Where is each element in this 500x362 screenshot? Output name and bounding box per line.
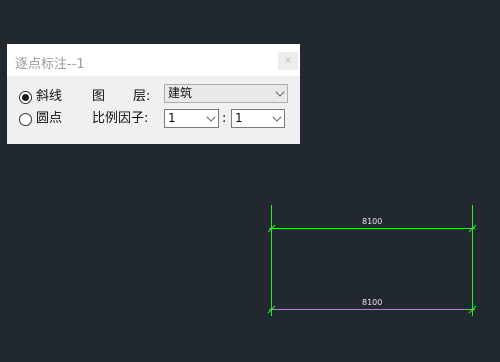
dialog-titlebar[interactable]: 逐点标注--1 × xyxy=(7,44,300,76)
scale-left-select[interactable]: 1 xyxy=(164,109,219,128)
close-button[interactable]: × xyxy=(278,52,298,70)
dimension-text-top[interactable]: 8100 xyxy=(362,217,382,227)
dialog-body: 斜线 圆点 图 层: 建筑 比例因子: 1 : 1 xyxy=(7,76,300,144)
close-icon: × xyxy=(283,55,293,66)
point-dimension-dialog: 逐点标注--1 × 斜线 圆点 图 层: 建筑 比例因子: 1 : 1 xyxy=(7,44,300,144)
radio-dot[interactable] xyxy=(19,113,32,126)
scale-right-value: 1 xyxy=(235,111,243,125)
layer-label: 图 xyxy=(92,89,106,104)
scale-right-select[interactable]: 1 xyxy=(231,109,285,128)
chevron-down-icon xyxy=(272,112,282,122)
layer-select[interactable]: 建筑 xyxy=(164,84,288,103)
chevron-down-icon xyxy=(206,112,216,122)
dimension-text-bottom[interactable]: 8100 xyxy=(362,298,382,308)
radio-dot-label[interactable]: 圆点 xyxy=(36,111,62,127)
layer-select-value: 建筑 xyxy=(168,86,193,100)
scale-separator: : xyxy=(222,111,227,126)
radio-oblique-label[interactable]: 斜线 xyxy=(36,89,62,105)
chevron-down-icon xyxy=(275,87,285,97)
dialog-title: 逐点标注--1 xyxy=(15,57,85,72)
radio-oblique[interactable] xyxy=(19,91,32,104)
scale-factor-label: 比例因子: xyxy=(92,111,149,126)
scale-left-value: 1 xyxy=(168,111,176,125)
layer-label-2: 层: xyxy=(133,89,151,104)
